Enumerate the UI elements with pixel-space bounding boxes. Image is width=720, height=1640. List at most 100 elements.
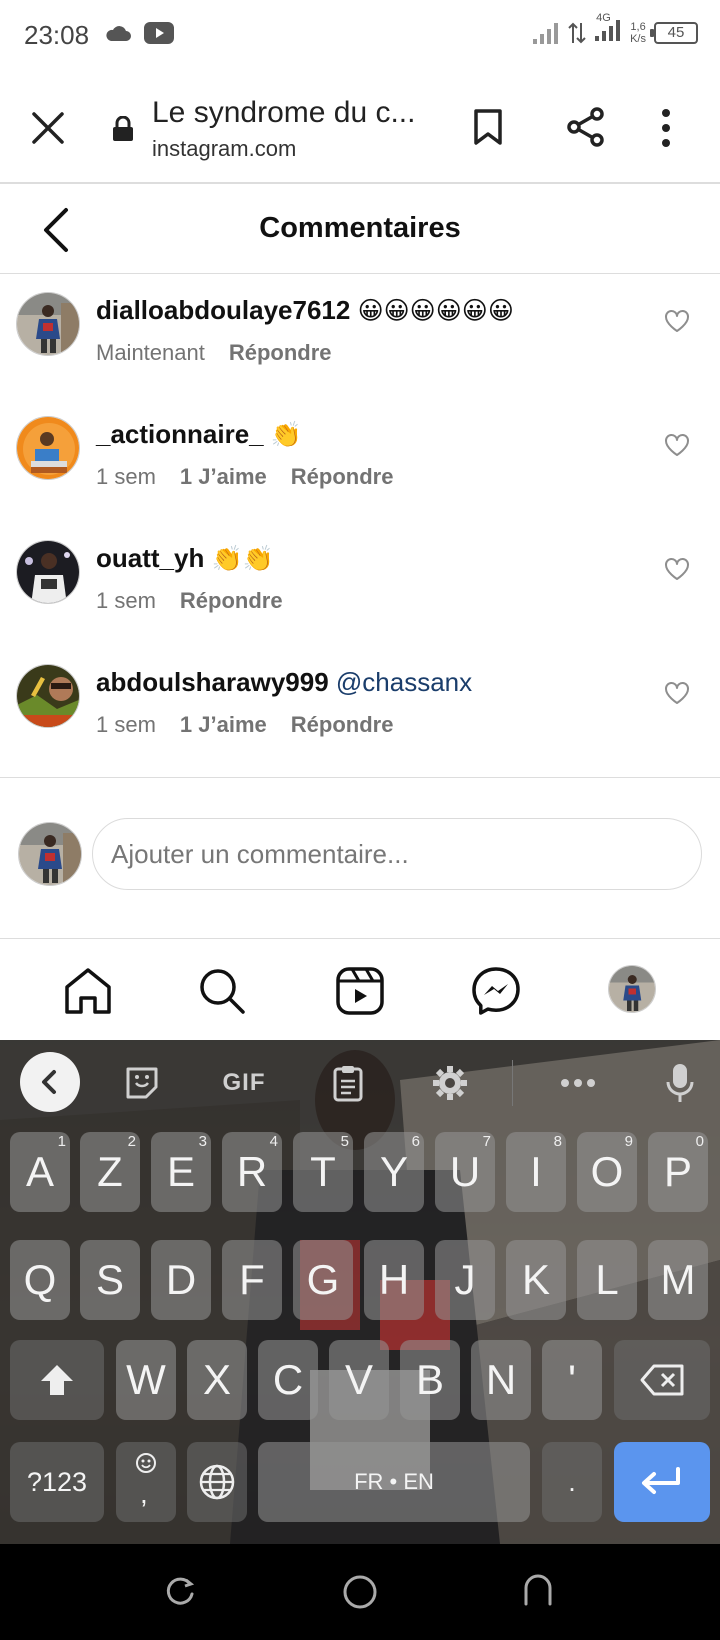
key-m[interactable]: M bbox=[648, 1240, 708, 1320]
key-o[interactable]: O9 bbox=[577, 1132, 637, 1212]
key-w[interactable]: W bbox=[116, 1340, 176, 1420]
toolbar-separator bbox=[512, 1060, 513, 1106]
signal-icon bbox=[533, 22, 559, 44]
symbols-key[interactable]: ?123 bbox=[10, 1442, 104, 1522]
key-z[interactable]: Z2 bbox=[80, 1132, 140, 1212]
network-speed: 1,6 K/s bbox=[630, 20, 646, 45]
comment-item: _actionnaire_ 👏 1 sem 1 J’aime Répondre bbox=[0, 399, 720, 523]
key-apostrophe[interactable]: ' bbox=[542, 1340, 602, 1420]
language-key[interactable] bbox=[187, 1442, 247, 1522]
more-options-button[interactable] bbox=[558, 1062, 598, 1104]
key-q[interactable]: Q bbox=[10, 1240, 70, 1320]
key-k[interactable]: K bbox=[506, 1240, 566, 1320]
comment-mention[interactable]: @chassanx bbox=[336, 667, 472, 697]
heart-icon[interactable] bbox=[664, 557, 690, 581]
comment-item: dialloabdoulaye7612 😀😀😀😀😀😀 Maintenant Ré… bbox=[0, 275, 720, 399]
space-key[interactable]: FR • EN bbox=[258, 1442, 530, 1522]
key-s[interactable]: S bbox=[80, 1240, 140, 1320]
key-r[interactable]: R4 bbox=[222, 1132, 282, 1212]
avatar[interactable] bbox=[16, 416, 80, 480]
profile-avatar[interactable] bbox=[608, 965, 656, 1013]
battery-indicator: 45 bbox=[650, 21, 698, 44]
key-u[interactable]: U7 bbox=[435, 1132, 495, 1212]
avatar[interactable] bbox=[16, 292, 80, 356]
page-domain[interactable]: instagram.com bbox=[152, 136, 296, 162]
comment-username[interactable]: _actionnaire_ bbox=[96, 419, 264, 449]
comment-time: 1 sem bbox=[96, 588, 156, 613]
key-f[interactable]: F bbox=[222, 1240, 282, 1320]
more-horizontal-icon bbox=[561, 1079, 595, 1087]
more-vertical-icon[interactable] bbox=[660, 108, 672, 148]
key-n[interactable]: N bbox=[471, 1340, 531, 1420]
search-icon[interactable] bbox=[196, 965, 248, 1017]
emoji-icon bbox=[136, 1453, 156, 1473]
gif-button[interactable]: GIF bbox=[216, 1062, 272, 1104]
shift-icon bbox=[41, 1365, 73, 1395]
comment-time: 1 sem bbox=[96, 464, 156, 489]
comment-text: 😀😀😀😀😀😀 bbox=[357, 297, 514, 325]
reply-button[interactable]: Répondre bbox=[291, 712, 394, 738]
comment-username[interactable]: abdoulsharawy999 bbox=[96, 667, 329, 697]
key-b[interactable]: B bbox=[400, 1340, 460, 1420]
backspace-key[interactable] bbox=[614, 1340, 710, 1420]
period-key[interactable]: . bbox=[542, 1442, 602, 1522]
avatar[interactable] bbox=[16, 540, 80, 604]
heart-icon[interactable] bbox=[664, 309, 690, 333]
comment-text: 👏 bbox=[270, 421, 303, 449]
comment-item: abdoulsharawy999 @chassanx 1 sem 1 J’aim… bbox=[0, 647, 720, 771]
comment-username[interactable]: ouatt_yh bbox=[96, 543, 204, 573]
recent-apps-icon[interactable] bbox=[164, 1576, 196, 1608]
key-h[interactable]: H bbox=[364, 1240, 424, 1320]
comment-username[interactable]: dialloabdoulaye7612 bbox=[96, 295, 350, 325]
likes-count[interactable]: 1 J’aime bbox=[180, 712, 267, 738]
add-comment-input[interactable] bbox=[92, 818, 702, 890]
reply-button[interactable]: Répondre bbox=[180, 588, 283, 614]
comment-text: 👏👏 bbox=[211, 545, 274, 573]
shift-key[interactable] bbox=[10, 1340, 104, 1420]
avatar bbox=[18, 822, 82, 886]
key-e[interactable]: E3 bbox=[151, 1132, 211, 1212]
settings-button[interactable] bbox=[430, 1062, 470, 1104]
key-t[interactable]: T5 bbox=[293, 1132, 353, 1212]
comment-time: Maintenant bbox=[96, 340, 205, 365]
comment-time: 1 sem bbox=[96, 712, 156, 737]
reply-button[interactable]: Répondre bbox=[291, 464, 394, 490]
enter-icon bbox=[642, 1467, 680, 1494]
reply-button[interactable]: Répondre bbox=[229, 340, 332, 366]
back-icon[interactable] bbox=[522, 1574, 554, 1606]
home-circle-icon[interactable] bbox=[342, 1574, 378, 1610]
key-i[interactable]: I8 bbox=[506, 1132, 566, 1212]
key-j[interactable]: J bbox=[435, 1240, 495, 1320]
bookmark-icon[interactable] bbox=[472, 108, 504, 146]
key-a[interactable]: A1 bbox=[10, 1132, 70, 1212]
messenger-icon[interactable] bbox=[470, 965, 522, 1017]
key-x[interactable]: X bbox=[187, 1340, 247, 1420]
heart-icon[interactable] bbox=[664, 433, 690, 457]
key-l[interactable]: L bbox=[577, 1240, 637, 1320]
bottom-navigation bbox=[0, 938, 720, 1040]
home-icon[interactable] bbox=[62, 965, 114, 1017]
emoji-comma-key[interactable]: , bbox=[116, 1442, 176, 1522]
key-c[interactable]: C bbox=[258, 1340, 318, 1420]
lock-icon bbox=[113, 116, 133, 141]
share-icon[interactable] bbox=[566, 106, 606, 148]
data-transfer-icon bbox=[568, 22, 586, 43]
sticker-icon bbox=[126, 1067, 158, 1099]
avatar[interactable] bbox=[16, 664, 80, 728]
voice-input-button[interactable] bbox=[662, 1062, 698, 1104]
key-g[interactable]: G bbox=[293, 1240, 353, 1320]
enter-key[interactable] bbox=[614, 1442, 710, 1522]
close-icon[interactable] bbox=[28, 108, 68, 148]
likes-count[interactable]: 1 J’aime bbox=[180, 464, 267, 490]
youtube-icon bbox=[144, 22, 174, 44]
page-tab-title[interactable]: Le syndrome du c... bbox=[152, 96, 415, 130]
key-p[interactable]: P0 bbox=[648, 1132, 708, 1212]
clipboard-button[interactable] bbox=[330, 1062, 366, 1104]
key-v[interactable]: V bbox=[329, 1340, 389, 1420]
heart-icon[interactable] bbox=[664, 681, 690, 705]
key-d[interactable]: D bbox=[151, 1240, 211, 1320]
collapse-toolbar-button[interactable] bbox=[20, 1052, 80, 1112]
sticker-button[interactable] bbox=[122, 1062, 162, 1104]
key-y[interactable]: Y6 bbox=[364, 1132, 424, 1212]
reels-icon[interactable] bbox=[334, 965, 386, 1017]
